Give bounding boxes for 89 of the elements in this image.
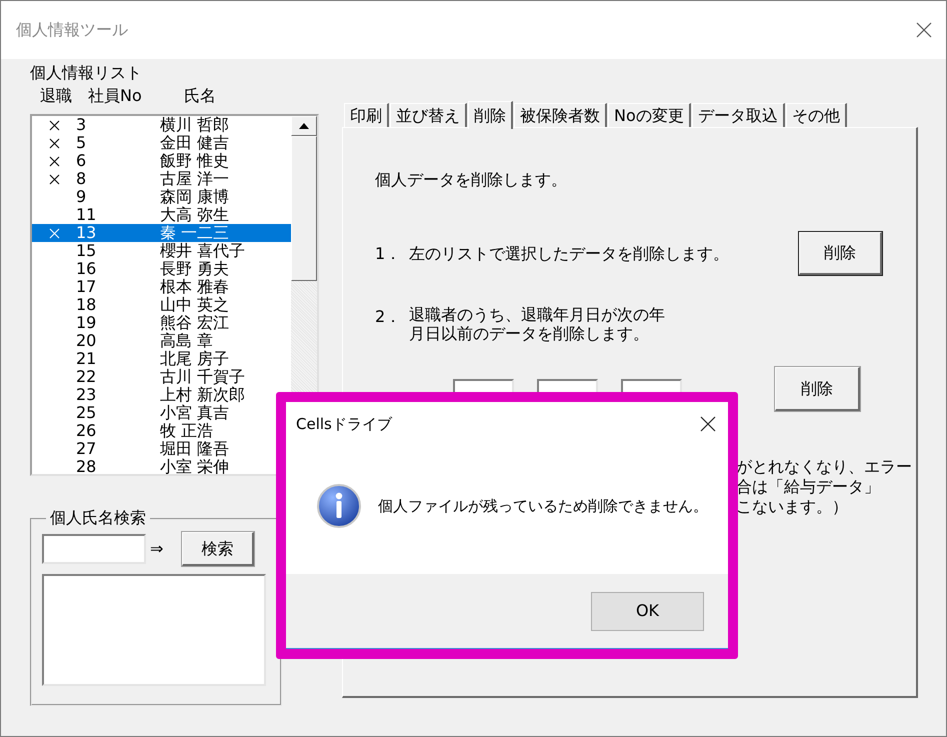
results-list[interactable] xyxy=(42,574,266,686)
employee-name: 上村 新次郎 xyxy=(160,386,246,404)
tab[interactable]: Noの変更 xyxy=(608,103,691,127)
list-row[interactable]: 13 秦 一二三 xyxy=(32,224,291,242)
column-header: 氏名 xyxy=(184,86,216,106)
employee-number: 5 xyxy=(76,134,88,152)
employee-number: 28 xyxy=(76,458,98,474)
search-button[interactable]: 検索 xyxy=(182,532,254,566)
employee-number: 8 xyxy=(76,170,88,188)
employee-name: 櫻井 喜代子 xyxy=(160,242,246,260)
note-text: こないます。） xyxy=(736,497,849,517)
arrow-icon: ⇒ xyxy=(150,537,164,561)
list-row[interactable]: 15 櫻井 喜代子 xyxy=(32,242,291,260)
step-text: 左のリストで選択したデータを削除します。 xyxy=(409,242,730,264)
employee-name: 古屋 洋一 xyxy=(160,170,230,188)
tab[interactable]: データ取込 xyxy=(692,103,785,127)
employee-name: 大高 弥生 xyxy=(160,206,230,224)
list-row[interactable]: 9 森岡 康博 xyxy=(32,188,291,206)
employee-number: 15 xyxy=(76,242,98,260)
list-title: 個人情報リスト xyxy=(30,63,143,83)
up-arrow-icon xyxy=(299,123,309,129)
employee-number: 19 xyxy=(76,314,98,332)
employee-number: 27 xyxy=(76,440,98,458)
employee-number: 17 xyxy=(76,278,98,296)
scroll-up-button[interactable] xyxy=(291,116,317,136)
employee-name: 古川 千賀子 xyxy=(160,368,246,386)
search-field[interactable] xyxy=(42,534,146,564)
employee-name: 北尾 房子 xyxy=(160,350,230,368)
employee-number: 23 xyxy=(76,386,98,404)
dialog-message: 個人ファイルが残っているため削除できません。 xyxy=(378,496,708,517)
employee-number: 20 xyxy=(76,332,98,350)
employee-name: 牧 正浩 xyxy=(160,422,214,440)
list-row[interactable]: 6 飯野 惟史 xyxy=(32,152,291,170)
step-number: 2． xyxy=(375,306,402,328)
step-number: 1． xyxy=(375,242,402,264)
employee-name: 熊谷 宏江 xyxy=(160,314,230,332)
delete-button[interactable]: 削除 xyxy=(799,232,882,275)
employee-name: 小室 栄伸 xyxy=(160,458,230,474)
employee-name: 秦 一二三 xyxy=(160,224,230,242)
intro-text: 個人データを削除します。 xyxy=(375,170,568,190)
tab[interactable]: 並び替え xyxy=(390,103,467,127)
list-row[interactable]: 18 山中 英之 xyxy=(32,296,291,314)
step-text: 退職者のうち、退職年月日が次の年 月日以前のデータを削除します。 xyxy=(409,305,665,343)
employee-number: 11 xyxy=(76,206,98,224)
list-row[interactable]: 11 大高 弥生 xyxy=(32,206,291,224)
employee-number: 16 xyxy=(76,260,98,278)
employee-number: 13 xyxy=(76,224,98,242)
employee-name: 飯野 惟史 xyxy=(160,152,230,170)
employee-number: 25 xyxy=(76,404,98,422)
list-row[interactable]: 20 高島 章 xyxy=(32,332,291,350)
tab[interactable]: 被保険者数 xyxy=(514,103,607,127)
list-row[interactable]: 22 古川 千賀子 xyxy=(32,368,291,386)
note-text: 合は「給与データ」 xyxy=(736,477,881,497)
employee-name: 根本 雅春 xyxy=(160,278,230,296)
tab[interactable]: 削除 xyxy=(468,101,513,129)
employee-number: 6 xyxy=(76,152,88,170)
window-title: 個人情報ツール xyxy=(16,19,128,41)
employee-number: 18 xyxy=(76,296,98,314)
employee-number: 3 xyxy=(76,116,88,134)
delete-button[interactable]: 削除 xyxy=(775,367,860,411)
employee-name: 金田 健吉 xyxy=(160,134,230,152)
employee-name: 横川 哲郎 xyxy=(160,116,230,134)
employee-name: 小宮 真吉 xyxy=(160,404,230,422)
employee-name: 山中 英之 xyxy=(160,296,230,314)
list-row[interactable]: 17 根本 雅春 xyxy=(32,278,291,296)
employee-number: 9 xyxy=(76,188,88,206)
tab[interactable]: 印刷 xyxy=(344,103,389,127)
list-row[interactable]: 16 長野 勇夫 xyxy=(32,260,291,278)
column-header: 退職 xyxy=(40,86,73,106)
dialog-title: Cellsドライブ xyxy=(296,414,392,435)
list-row[interactable]: 3 横川 哲郎 xyxy=(32,116,291,134)
list-row[interactable]: 8 古屋 洋一 xyxy=(32,170,291,188)
close-icon[interactable] xyxy=(700,416,716,432)
employee-number: 26 xyxy=(76,422,98,440)
employee-name: 高島 章 xyxy=(160,332,214,350)
tab[interactable]: その他 xyxy=(786,103,847,127)
employee-name: 長野 勇夫 xyxy=(160,260,230,278)
list-row[interactable]: 19 熊谷 宏江 xyxy=(32,314,291,332)
employee-name: 森岡 康博 xyxy=(160,188,230,206)
employee-name: 堀田 隆吾 xyxy=(160,440,230,458)
employee-number: 22 xyxy=(76,368,98,386)
info-icon xyxy=(316,483,362,529)
column-header: 社員No xyxy=(88,86,143,106)
ok-button[interactable]: OK xyxy=(591,592,704,630)
list-row[interactable]: 21 北尾 房子 xyxy=(32,350,291,368)
employee-number: 21 xyxy=(76,350,98,368)
list-row[interactable]: 5 金田 健吉 xyxy=(32,134,291,152)
close-icon[interactable] xyxy=(916,22,932,38)
scroll-thumb[interactable] xyxy=(291,136,317,281)
